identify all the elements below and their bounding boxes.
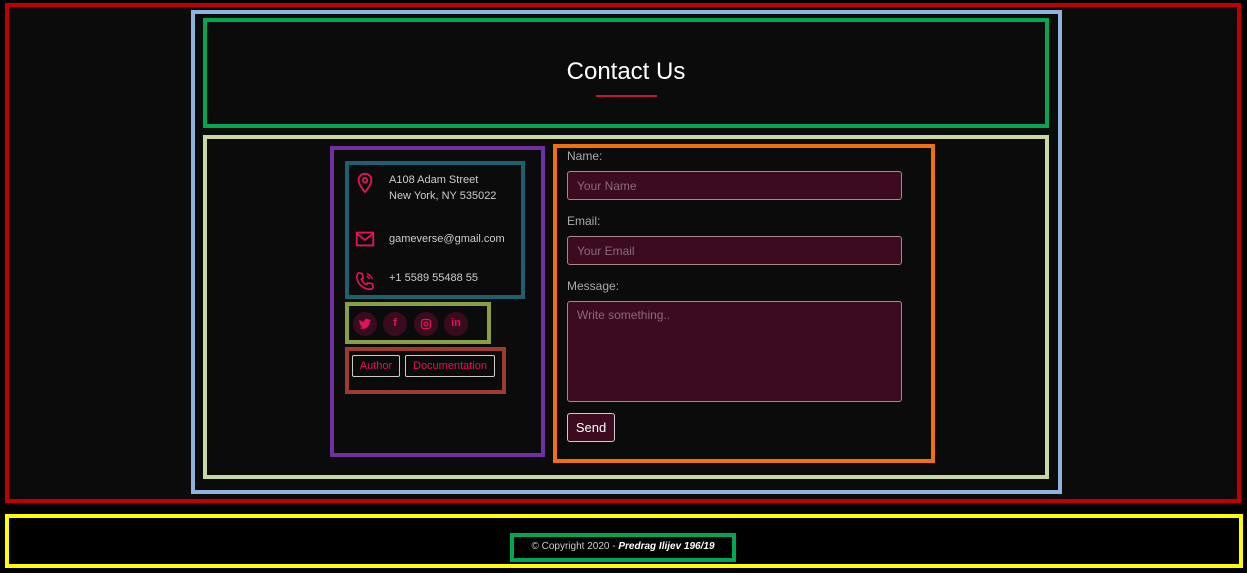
phone-icon (355, 271, 375, 291)
address-line-2: New York, NY 535022 (389, 190, 497, 202)
email-icon (355, 231, 375, 247)
copyright-author: Predrag Ilijev 196/19 (618, 541, 715, 552)
copyright-prefix: © Copyright 2020 - (531, 541, 619, 552)
instagram-icon[interactable] (414, 312, 438, 336)
email-input[interactable] (567, 236, 902, 265)
facebook-glyph: f (393, 317, 397, 329)
contact-phone: +1 5589 55488 55 (389, 272, 479, 284)
documentation-link[interactable]: Documentation (405, 355, 495, 377)
address-line-1: A108 Adam Street (389, 174, 479, 186)
email-label: Email: (567, 214, 601, 228)
send-button[interactable]: Send (567, 413, 615, 442)
page-title: Contact Us (566, 58, 686, 85)
linkedin-icon[interactable]: in (444, 312, 468, 336)
author-link[interactable]: Author (352, 355, 400, 377)
copyright-text: © Copyright 2020 - Predrag Ilijev 196/19 (514, 541, 732, 552)
twitter-icon[interactable] (353, 312, 377, 336)
name-label: Name: (567, 149, 603, 163)
message-textarea[interactable] (567, 301, 902, 402)
message-label: Message: (567, 279, 620, 293)
location-icon (357, 172, 373, 194)
facebook-icon[interactable]: f (383, 312, 407, 336)
linkedin-glyph: in (451, 317, 461, 329)
contact-email: gameverse@gmail.com (389, 233, 505, 245)
title-underline (596, 95, 657, 97)
name-input[interactable] (567, 171, 902, 200)
